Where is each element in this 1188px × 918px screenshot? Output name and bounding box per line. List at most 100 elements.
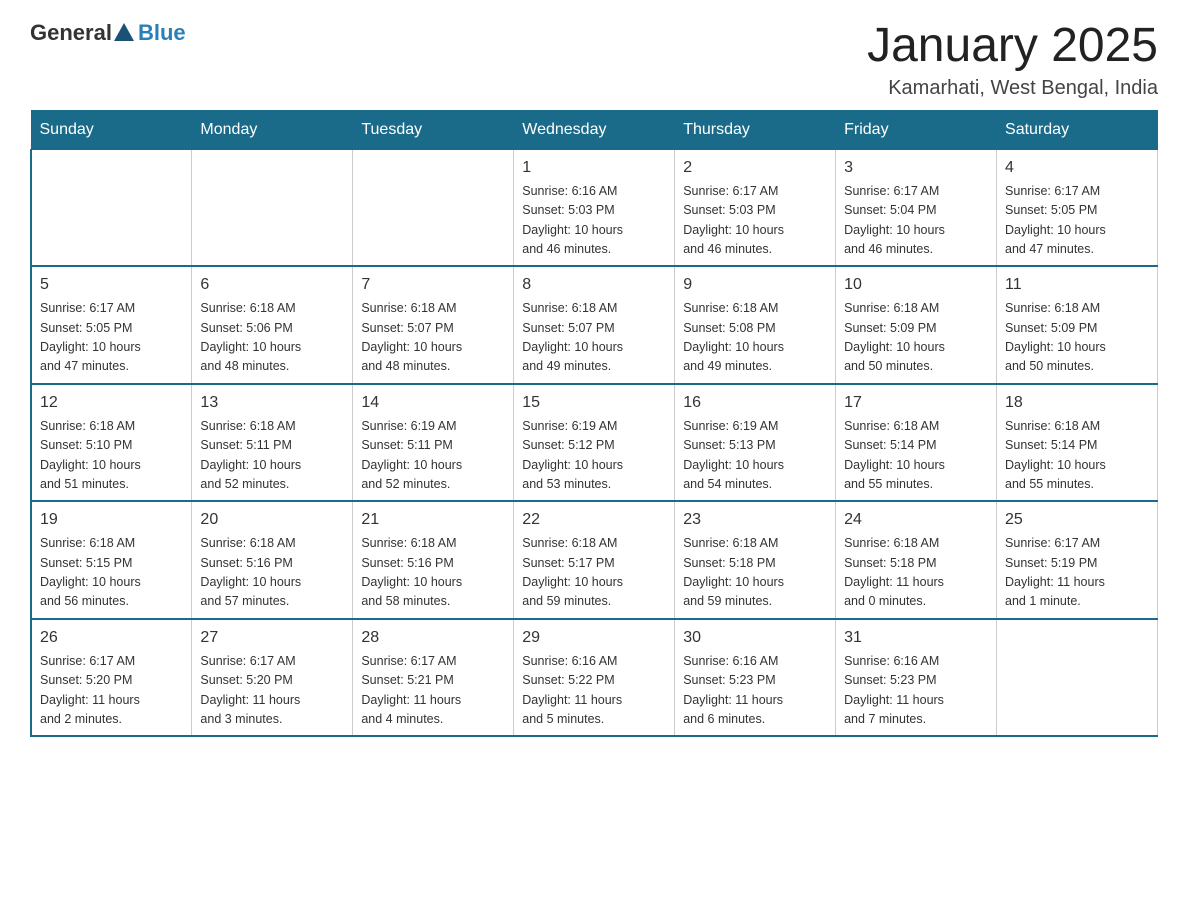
day-number: 7 <box>361 273 505 297</box>
day-info: Sunrise: 6:19 AM Sunset: 5:13 PM Dayligh… <box>683 417 827 495</box>
calendar-cell: 25Sunrise: 6:17 AM Sunset: 5:19 PM Dayli… <box>997 501 1158 619</box>
calendar-body: 1Sunrise: 6:16 AM Sunset: 5:03 PM Daylig… <box>31 149 1158 736</box>
day-info: Sunrise: 6:19 AM Sunset: 5:11 PM Dayligh… <box>361 417 505 495</box>
day-number: 24 <box>844 508 988 532</box>
calendar-table: SundayMondayTuesdayWednesdayThursdayFrid… <box>30 110 1158 738</box>
calendar-cell: 20Sunrise: 6:18 AM Sunset: 5:16 PM Dayli… <box>192 501 353 619</box>
calendar-cell: 17Sunrise: 6:18 AM Sunset: 5:14 PM Dayli… <box>836 384 997 502</box>
calendar-cell: 22Sunrise: 6:18 AM Sunset: 5:17 PM Dayli… <box>514 501 675 619</box>
calendar-cell: 8Sunrise: 6:18 AM Sunset: 5:07 PM Daylig… <box>514 266 675 384</box>
calendar-cell: 28Sunrise: 6:17 AM Sunset: 5:21 PM Dayli… <box>353 619 514 737</box>
day-info: Sunrise: 6:18 AM Sunset: 5:14 PM Dayligh… <box>844 417 988 495</box>
day-info: Sunrise: 6:18 AM Sunset: 5:11 PM Dayligh… <box>200 417 344 495</box>
calendar-cell: 4Sunrise: 6:17 AM Sunset: 5:05 PM Daylig… <box>997 149 1158 266</box>
logo-text-blue: Blue <box>138 20 186 46</box>
calendar-cell: 7Sunrise: 6:18 AM Sunset: 5:07 PM Daylig… <box>353 266 514 384</box>
logo-triangle-icon <box>114 23 134 41</box>
day-info: Sunrise: 6:18 AM Sunset: 5:18 PM Dayligh… <box>844 534 988 612</box>
day-number: 1 <box>522 156 666 180</box>
day-info: Sunrise: 6:17 AM Sunset: 5:05 PM Dayligh… <box>40 299 183 377</box>
day-number: 10 <box>844 273 988 297</box>
day-info: Sunrise: 6:18 AM Sunset: 5:16 PM Dayligh… <box>361 534 505 612</box>
day-number: 27 <box>200 626 344 650</box>
calendar-cell: 12Sunrise: 6:18 AM Sunset: 5:10 PM Dayli… <box>31 384 192 502</box>
day-info: Sunrise: 6:18 AM Sunset: 5:10 PM Dayligh… <box>40 417 183 495</box>
day-number: 2 <box>683 156 827 180</box>
page-header: General Blue January 2025 Kamarhati, Wes… <box>30 20 1158 100</box>
day-number: 4 <box>1005 156 1149 180</box>
day-info: Sunrise: 6:18 AM Sunset: 5:08 PM Dayligh… <box>683 299 827 377</box>
day-info: Sunrise: 6:18 AM Sunset: 5:14 PM Dayligh… <box>1005 417 1149 495</box>
weekday-row: SundayMondayTuesdayWednesdayThursdayFrid… <box>31 110 1158 149</box>
calendar-cell: 18Sunrise: 6:18 AM Sunset: 5:14 PM Dayli… <box>997 384 1158 502</box>
day-number: 5 <box>40 273 183 297</box>
weekday-header-friday: Friday <box>836 110 997 149</box>
calendar-cell: 11Sunrise: 6:18 AM Sunset: 5:09 PM Dayli… <box>997 266 1158 384</box>
day-number: 22 <box>522 508 666 532</box>
day-number: 9 <box>683 273 827 297</box>
calendar-cell: 13Sunrise: 6:18 AM Sunset: 5:11 PM Dayli… <box>192 384 353 502</box>
day-info: Sunrise: 6:17 AM Sunset: 5:05 PM Dayligh… <box>1005 182 1149 260</box>
calendar-week-3: 12Sunrise: 6:18 AM Sunset: 5:10 PM Dayli… <box>31 384 1158 502</box>
day-number: 29 <box>522 626 666 650</box>
calendar-cell: 5Sunrise: 6:17 AM Sunset: 5:05 PM Daylig… <box>31 266 192 384</box>
day-info: Sunrise: 6:16 AM Sunset: 5:23 PM Dayligh… <box>683 652 827 730</box>
day-number: 23 <box>683 508 827 532</box>
weekday-header-wednesday: Wednesday <box>514 110 675 149</box>
weekday-header-thursday: Thursday <box>675 110 836 149</box>
weekday-header-sunday: Sunday <box>31 110 192 149</box>
day-number: 11 <box>1005 273 1149 297</box>
calendar-cell: 31Sunrise: 6:16 AM Sunset: 5:23 PM Dayli… <box>836 619 997 737</box>
calendar-cell: 3Sunrise: 6:17 AM Sunset: 5:04 PM Daylig… <box>836 149 997 266</box>
day-info: Sunrise: 6:16 AM Sunset: 5:03 PM Dayligh… <box>522 182 666 260</box>
calendar-cell: 9Sunrise: 6:18 AM Sunset: 5:08 PM Daylig… <box>675 266 836 384</box>
day-info: Sunrise: 6:17 AM Sunset: 5:03 PM Dayligh… <box>683 182 827 260</box>
day-info: Sunrise: 6:18 AM Sunset: 5:16 PM Dayligh… <box>200 534 344 612</box>
day-number: 26 <box>40 626 183 650</box>
day-number: 13 <box>200 391 344 415</box>
calendar-cell: 24Sunrise: 6:18 AM Sunset: 5:18 PM Dayli… <box>836 501 997 619</box>
calendar-cell: 6Sunrise: 6:18 AM Sunset: 5:06 PM Daylig… <box>192 266 353 384</box>
day-number: 6 <box>200 273 344 297</box>
calendar-week-1: 1Sunrise: 6:16 AM Sunset: 5:03 PM Daylig… <box>31 149 1158 266</box>
calendar-cell <box>997 619 1158 737</box>
day-number: 25 <box>1005 508 1149 532</box>
logo-text-general: General <box>30 20 112 46</box>
day-info: Sunrise: 6:16 AM Sunset: 5:23 PM Dayligh… <box>844 652 988 730</box>
day-number: 17 <box>844 391 988 415</box>
calendar-cell: 26Sunrise: 6:17 AM Sunset: 5:20 PM Dayli… <box>31 619 192 737</box>
day-number: 31 <box>844 626 988 650</box>
calendar-cell: 10Sunrise: 6:18 AM Sunset: 5:09 PM Dayli… <box>836 266 997 384</box>
day-number: 18 <box>1005 391 1149 415</box>
calendar-week-5: 26Sunrise: 6:17 AM Sunset: 5:20 PM Dayli… <box>31 619 1158 737</box>
day-number: 8 <box>522 273 666 297</box>
calendar-cell: 2Sunrise: 6:17 AM Sunset: 5:03 PM Daylig… <box>675 149 836 266</box>
day-info: Sunrise: 6:18 AM Sunset: 5:17 PM Dayligh… <box>522 534 666 612</box>
calendar-subtitle: Kamarhati, West Bengal, India <box>867 77 1158 100</box>
day-info: Sunrise: 6:18 AM Sunset: 5:15 PM Dayligh… <box>40 534 183 612</box>
day-info: Sunrise: 6:18 AM Sunset: 5:09 PM Dayligh… <box>1005 299 1149 377</box>
calendar-cell: 30Sunrise: 6:16 AM Sunset: 5:23 PM Dayli… <box>675 619 836 737</box>
calendar-cell <box>31 149 192 266</box>
calendar-cell: 15Sunrise: 6:19 AM Sunset: 5:12 PM Dayli… <box>514 384 675 502</box>
day-number: 16 <box>683 391 827 415</box>
day-number: 19 <box>40 508 183 532</box>
day-info: Sunrise: 6:18 AM Sunset: 5:07 PM Dayligh… <box>522 299 666 377</box>
day-number: 30 <box>683 626 827 650</box>
calendar-cell: 27Sunrise: 6:17 AM Sunset: 5:20 PM Dayli… <box>192 619 353 737</box>
calendar-cell: 23Sunrise: 6:18 AM Sunset: 5:18 PM Dayli… <box>675 501 836 619</box>
day-info: Sunrise: 6:19 AM Sunset: 5:12 PM Dayligh… <box>522 417 666 495</box>
weekday-header-tuesday: Tuesday <box>353 110 514 149</box>
calendar-cell: 29Sunrise: 6:16 AM Sunset: 5:22 PM Dayli… <box>514 619 675 737</box>
day-info: Sunrise: 6:16 AM Sunset: 5:22 PM Dayligh… <box>522 652 666 730</box>
calendar-title: January 2025 <box>867 20 1158 73</box>
calendar-cell: 14Sunrise: 6:19 AM Sunset: 5:11 PM Dayli… <box>353 384 514 502</box>
day-number: 20 <box>200 508 344 532</box>
calendar-cell: 16Sunrise: 6:19 AM Sunset: 5:13 PM Dayli… <box>675 384 836 502</box>
calendar-cell: 19Sunrise: 6:18 AM Sunset: 5:15 PM Dayli… <box>31 501 192 619</box>
day-number: 28 <box>361 626 505 650</box>
weekday-header-saturday: Saturday <box>997 110 1158 149</box>
day-number: 14 <box>361 391 505 415</box>
title-block: January 2025 Kamarhati, West Bengal, Ind… <box>867 20 1158 100</box>
calendar-cell <box>353 149 514 266</box>
